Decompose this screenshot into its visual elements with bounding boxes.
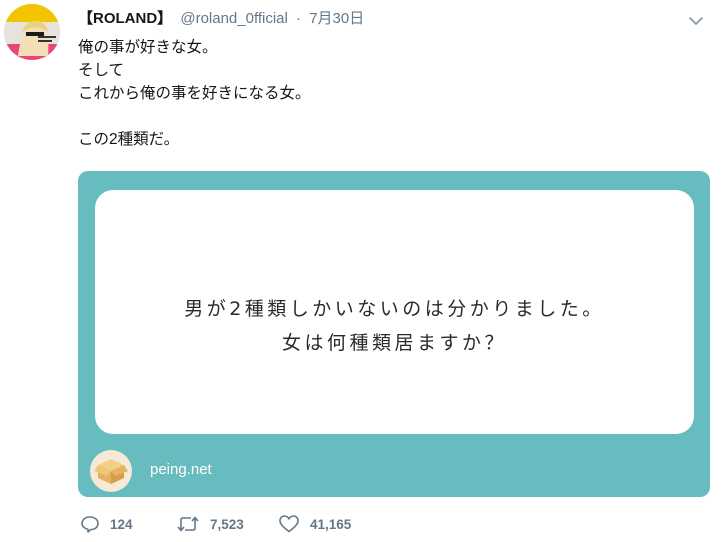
question-text: 男が2種類しかいないのは分かりました。 女は何種類居ますか？ [95,292,694,360]
reply-icon [81,516,99,533]
like-button[interactable]: 41,165 [278,514,351,534]
question-panel: 男が2種類しかいないのは分かりました。 女は何種類居ますか？ [95,190,694,434]
tweet-text-line: この2種類だ。 [78,131,180,148]
tweet-header: 【ROLAND】 @roland_0fficial · 7月30日 [78,9,364,29]
tweet-date[interactable]: 7月30日 [309,10,364,27]
question-line: 男が2種類しかいないのは分かりました。 [184,298,605,320]
chevron-down-icon[interactable] [688,14,704,26]
retweet-icon [177,516,199,532]
tweet-text-line [78,105,311,128]
tweet-text: 俺の事が好きな女。 そして これから俺の事を好きになる女。 この2種類だ。 [78,36,311,151]
retweet-button[interactable]: 7,523 [176,514,244,534]
link-card[interactable]: 男が2種類しかいないのは分かりました。 女は何種類居ますか？ peing.net [78,171,710,497]
retweet-count: 7,523 [210,516,244,532]
question-line: 女は何種類居ますか？ [281,332,507,354]
tweet-text-line: これから俺の事を好きになる女。 [78,85,311,102]
tweet: 【ROLAND】 @roland_0fficial · 7月30日 俺の事が好き… [0,0,725,542]
display-name[interactable]: 【ROLAND】 [78,10,172,27]
reply-button[interactable]: 124 [80,514,133,534]
heart-icon [279,515,299,533]
reply-count: 124 [110,516,133,532]
box-icon [90,450,132,492]
like-count: 41,165 [310,516,352,532]
separator-dot: · [296,10,302,27]
avatar[interactable] [4,4,60,60]
user-handle[interactable]: @roland_0fficial [180,10,288,27]
card-site-name: peing.net [150,461,212,478]
tweet-text-line: 俺の事が好きな女。 [78,39,218,56]
tweet-text-line: そして [78,62,125,79]
